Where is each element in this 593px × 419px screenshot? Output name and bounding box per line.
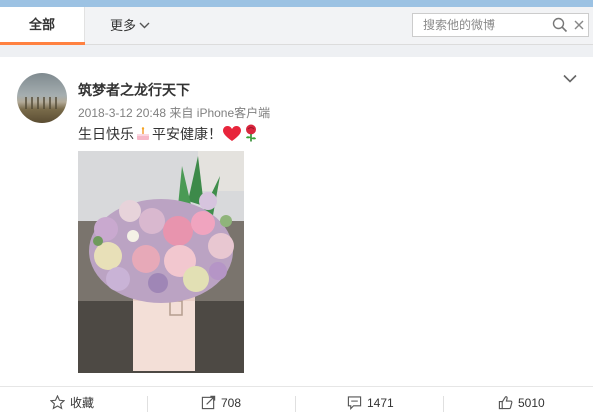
comment-button[interactable]: 1471 [347, 387, 394, 419]
source-prefix: 来自 [169, 106, 194, 120]
avatar[interactable] [17, 73, 67, 123]
post-image[interactable] [78, 151, 244, 373]
heart-icon [223, 126, 241, 141]
username[interactable]: 筑梦者之龙行天下 [78, 80, 190, 100]
post-meta: 2018-3-12 20:48 来自 iPhone客户端 [78, 104, 270, 121]
post-card: 筑梦者之龙行天下 2018-3-12 20:48 来自 iPhone客户端 生日… [0, 57, 593, 419]
like-count: 5010 [518, 396, 545, 410]
comment-icon [347, 396, 362, 411]
search-icon[interactable] [552, 17, 568, 33]
chevron-down-icon [139, 22, 150, 29]
action-bar: 收藏 708 1471 5010 [0, 386, 593, 419]
tab-more[interactable]: 更多 [110, 7, 150, 45]
chevron-down-icon[interactable] [563, 74, 577, 83]
like-button[interactable]: 5010 [498, 387, 545, 419]
repost-count: 708 [221, 396, 242, 410]
post-text: 生日快乐 平安健康！ [78, 124, 260, 144]
thumbs-up-icon [498, 396, 513, 410]
profile-tab-bar: 全部 更多 [0, 7, 593, 45]
post-text-part1: 生日快乐 [78, 126, 134, 142]
post-text-part2: 平安健康！ [152, 126, 222, 142]
tab-more-label: 更多 [110, 18, 137, 33]
repost-button[interactable]: 708 [201, 387, 241, 419]
tab-all[interactable]: 全部 [0, 7, 85, 45]
search-box [412, 13, 589, 37]
divider [147, 396, 148, 412]
top-band [0, 0, 593, 7]
search-input[interactable] [413, 14, 563, 36]
comment-count: 1471 [367, 396, 394, 410]
cake-icon [137, 127, 149, 140]
post-source[interactable]: iPhone客户端 [197, 106, 270, 120]
close-icon[interactable] [574, 20, 584, 30]
favorite-label: 收藏 [70, 396, 95, 410]
flower-bouquet-photo [78, 151, 244, 373]
post-timestamp[interactable]: 2018-3-12 20:48 [78, 106, 166, 120]
favorite-button[interactable]: 收藏 [49, 387, 95, 419]
star-icon [49, 394, 66, 410]
divider [443, 396, 444, 412]
repost-icon [201, 396, 216, 410]
rose-icon [246, 124, 256, 142]
divider [295, 396, 296, 412]
